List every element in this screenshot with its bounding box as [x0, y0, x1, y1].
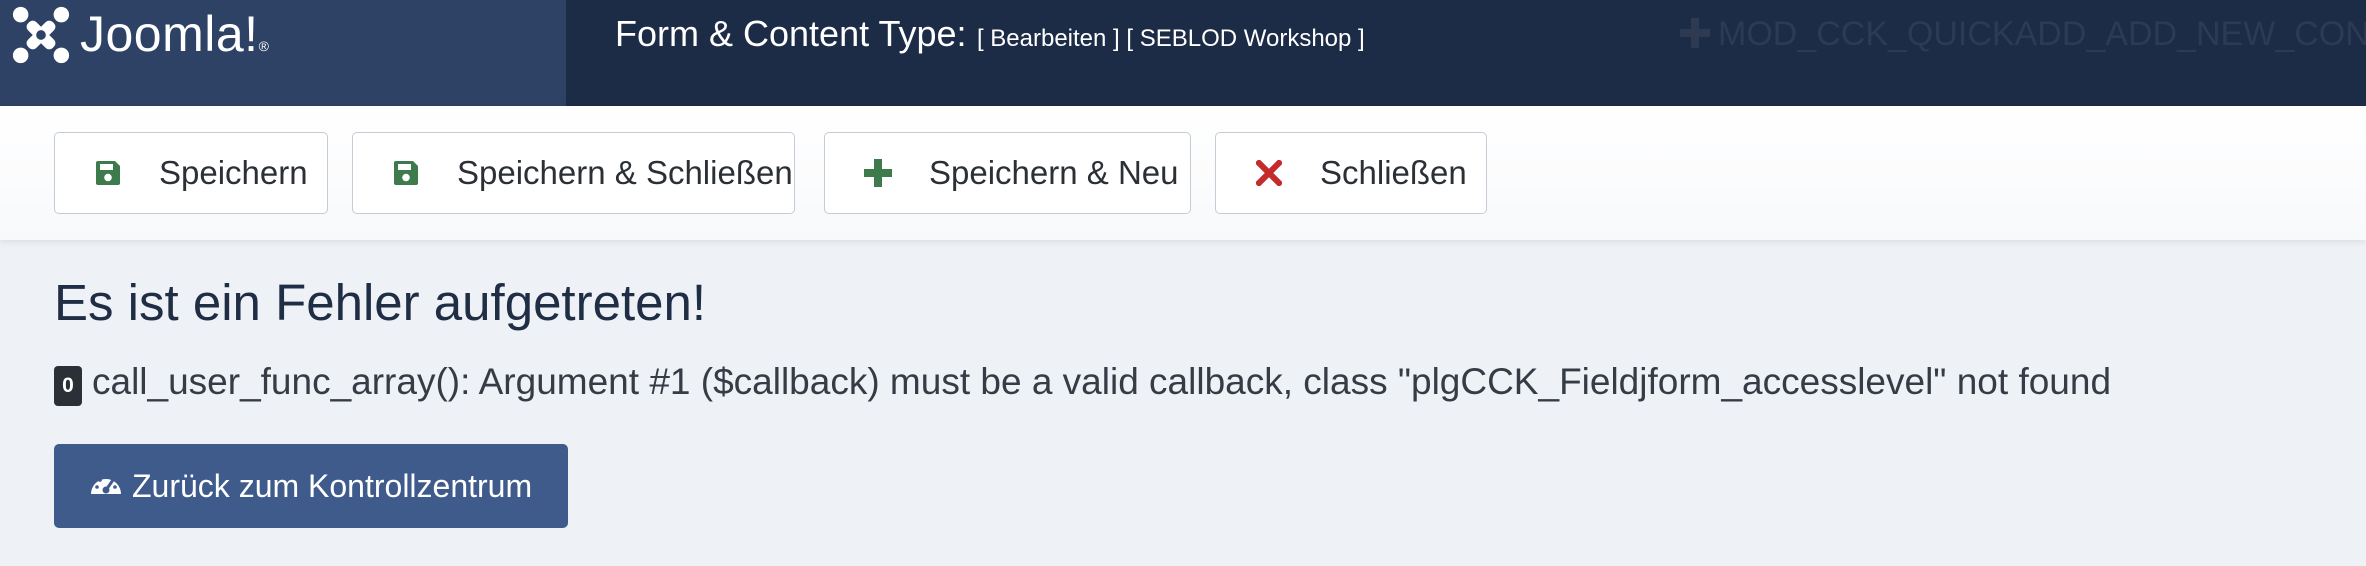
save-close-button[interactable]: Speichern & Schließen — [352, 132, 795, 214]
plus-icon — [863, 158, 893, 188]
toolbar: Speichern Speichern & Schließen Speicher… — [0, 106, 2366, 240]
page-title: Form & Content Type: [ Bearbeiten ] [ SE… — [615, 10, 1365, 66]
back-button-label: Zurück zum Kontrollzentrum — [132, 467, 533, 504]
save-new-button[interactable]: Speichern & Neu — [824, 132, 1191, 214]
save-button[interactable]: Speichern — [54, 132, 328, 214]
x-icon — [1254, 158, 1284, 188]
back-to-dashboard-button[interactable]: Zurück zum Kontrollzentrum — [54, 444, 568, 528]
error-message: call_user_func_array(): Argument #1 ($ca… — [92, 361, 2112, 402]
save-button-label: Speichern — [159, 154, 308, 191]
top-header: Joomla!® Form & Content Type: [ Bearbeit… — [0, 0, 2366, 106]
close-button[interactable]: Schließen — [1215, 132, 1487, 214]
close-button-label: Schließen — [1320, 154, 1467, 191]
plus-icon — [1680, 18, 1710, 48]
logo-area[interactable]: Joomla!® — [0, 0, 566, 106]
joomla-logo-icon — [12, 6, 70, 64]
error-message-line: 0 call_user_func_array(): Argument #1 ($… — [54, 356, 2111, 408]
floppy-disk-icon — [93, 158, 123, 188]
error-code-badge: 0 — [54, 366, 82, 406]
page-title-main: Form & Content Type: — [615, 13, 967, 54]
page-title-sub: [ Bearbeiten ] [ SEBLOD Workshop ] — [976, 25, 1365, 52]
quickadd-link[interactable]: MOD_CCK_QUICKADD_ADD_NEW_CONTENT — [1680, 12, 2366, 56]
dashboard-gauge-icon — [88, 468, 124, 504]
save-close-button-label: Speichern & Schließen — [457, 154, 793, 191]
quickadd-label: MOD_CCK_QUICKADD_ADD_NEW_CONTENT — [1718, 15, 2366, 53]
save-new-button-label: Speichern & Neu — [929, 154, 1179, 191]
floppy-disk-icon — [391, 158, 421, 188]
logo-wordmark: Joomla!® — [80, 6, 270, 62]
error-heading: Es ist ein Fehler aufgetreten! — [54, 274, 707, 331]
